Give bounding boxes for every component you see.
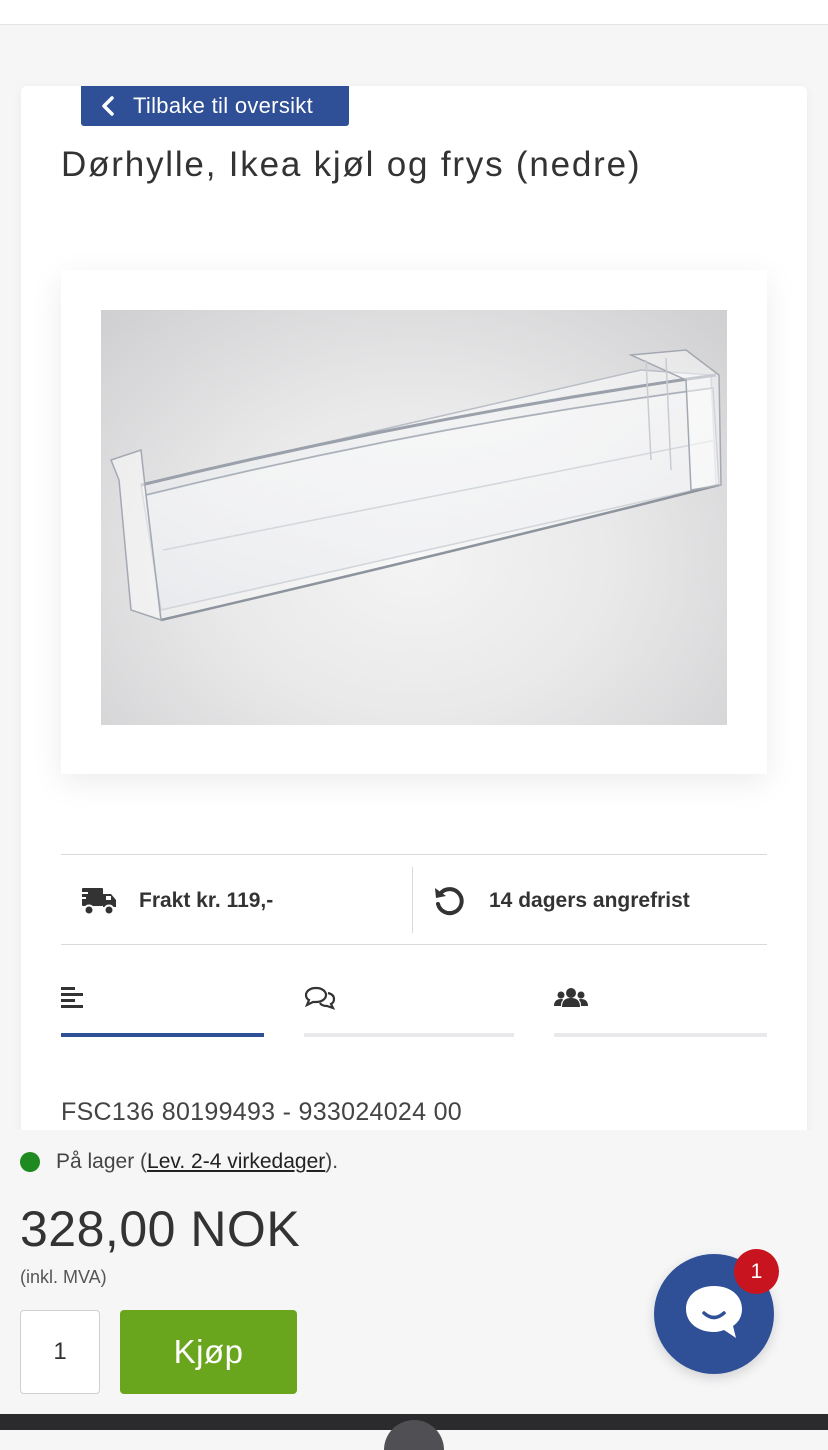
features-bar: Frakt kr. 119,- 14 dagers angrefrist: [61, 854, 767, 945]
product-price: 328,00 NOK: [20, 1201, 301, 1257]
align-left-icon: [61, 985, 95, 1011]
stock-status: På lager (Lev. 2-4 virkedager).: [20, 1150, 338, 1174]
chat-notification-badge: 1: [734, 1249, 779, 1294]
quantity-input[interactable]: [20, 1310, 100, 1394]
product-image[interactable]: [101, 310, 727, 725]
tab-indicator: [304, 1033, 514, 1037]
chevron-left-icon: [101, 95, 123, 117]
return-feature: 14 dagers angrefrist: [429, 855, 690, 946]
back-label: Tilbake til oversikt: [133, 93, 314, 118]
bottom-nav-bar: [0, 1414, 828, 1450]
stock-prefix: På lager (: [56, 1150, 148, 1173]
vat-note: (inkl. MVA): [20, 1267, 107, 1287]
tab-reviews[interactable]: [304, 975, 514, 1037]
shipping-label: Frakt kr. 119,-: [139, 888, 274, 912]
tab-indicator: [61, 1033, 264, 1037]
feature-divider: [412, 867, 413, 933]
undo-icon: [429, 881, 469, 921]
home-indicator[interactable]: [384, 1420, 444, 1450]
back-to-overview-button[interactable]: Tilbake til oversikt: [81, 86, 349, 126]
return-label: 14 dagers angrefrist: [489, 888, 690, 912]
in-stock-indicator: [20, 1152, 40, 1172]
product-title: Dørhylle, Ikea kjøl og frys (nedre): [61, 145, 642, 184]
tab-indicator: [554, 1033, 767, 1037]
product-tabs: [61, 975, 767, 1037]
product-sku: FSC136 80199493 - 933024024 00: [61, 1098, 462, 1126]
delivery-time-link[interactable]: Lev. 2-4 virkedager: [147, 1150, 325, 1174]
users-icon: [554, 985, 588, 1011]
truck-icon: [79, 881, 119, 921]
tab-description[interactable]: [61, 975, 264, 1037]
chat-bubble-icon: [682, 1282, 746, 1347]
comments-icon: [304, 985, 338, 1011]
top-bar: [0, 0, 828, 25]
tab-users[interactable]: [554, 975, 767, 1037]
stock-suffix: ).: [325, 1150, 339, 1173]
buy-button[interactable]: Kjøp: [120, 1310, 297, 1394]
shipping-feature: Frakt kr. 119,-: [79, 855, 273, 946]
